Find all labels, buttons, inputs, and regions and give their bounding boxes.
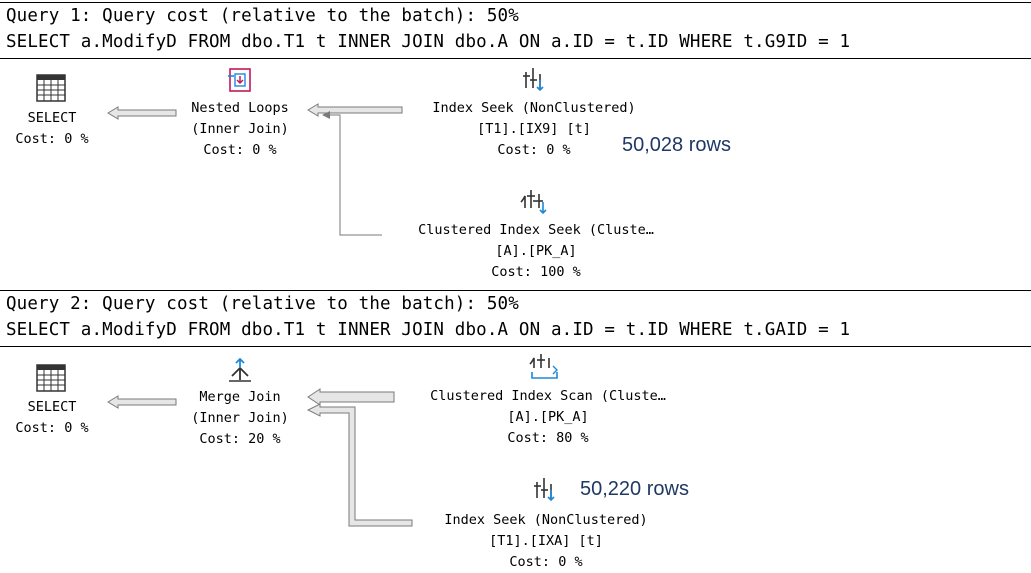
q1-cseek-object: [A].[PK_A]	[495, 243, 577, 259]
q1-cseek-label: Clustered Index Seek (Cluste…	[418, 222, 654, 238]
select-icon[interactable]	[36, 364, 66, 396]
q1-join-type: (Inner Join)	[191, 121, 289, 137]
clustered-index-scan-icon[interactable]	[529, 352, 561, 386]
clustered-index-seek-icon[interactable]	[519, 186, 549, 220]
q1-join-label: Nested Loops	[191, 100, 289, 116]
q2-seek-node[interactable]: Index Seek (NonClustered) [T1].[IXA] [t]…	[408, 510, 684, 573]
q2-join-label: Merge Join	[199, 389, 281, 405]
q2-scan-label: Clustered Index Scan (Cluste…	[430, 388, 666, 404]
q2-rows-note: 50,220 rows	[580, 478, 689, 500]
q2-select-label: SELECT	[27, 399, 77, 415]
q1-arrow-seek-to-join	[307, 103, 403, 117]
q2-scan-object: [A].[PK_A]	[507, 409, 589, 425]
q1-arrow-cseek-to-join	[330, 114, 382, 236]
q2-join-cost: Cost: 20 %	[199, 431, 281, 447]
nested-loops-icon[interactable]	[226, 66, 254, 98]
q2-seek-label: Index Seek (NonClustered)	[444, 512, 648, 528]
index-seek-icon[interactable]	[532, 476, 558, 508]
plan-connectors	[107, 103, 413, 527]
q1-select-cost: Cost: 0 %	[15, 131, 89, 147]
q2-seek-object: [T1].[IXA] [t]	[489, 533, 603, 549]
q1-seek-label: Index Seek (NonClustered)	[432, 100, 636, 116]
q2-scan-node[interactable]: Clustered Index Scan (Cluste… [A].[PK_A]…	[390, 386, 706, 449]
q1-cseek-cost: Cost: 100 %	[491, 264, 581, 280]
index-seek-icon[interactable]	[521, 66, 547, 98]
q1-select-label: SELECT	[27, 110, 77, 126]
q2-arrow-scan-to-join	[307, 388, 395, 406]
q2-join-node[interactable]: Merge Join (Inner Join) Cost: 20 %	[160, 387, 320, 450]
q1-join-node[interactable]: Nested Loops (Inner Join) Cost: 0 %	[160, 98, 320, 161]
q1-rows-note: 50,028 rows	[622, 134, 731, 156]
q2-scan-cost: Cost: 80 %	[507, 430, 589, 446]
q1-cseek-node[interactable]: Clustered Index Seek (Cluste… [A].[PK_A]…	[378, 220, 694, 283]
q2-select-cost: Cost: 0 %	[15, 420, 89, 436]
q2-join-type: (Inner Join)	[191, 410, 289, 426]
merge-join-icon[interactable]	[226, 356, 254, 388]
q1-join-cost: Cost: 0 %	[203, 142, 277, 158]
q1-select-node[interactable]: SELECT Cost: 0 %	[0, 108, 104, 150]
select-icon[interactable]	[36, 74, 66, 106]
q2-select-node[interactable]: SELECT Cost: 0 %	[0, 397, 104, 439]
